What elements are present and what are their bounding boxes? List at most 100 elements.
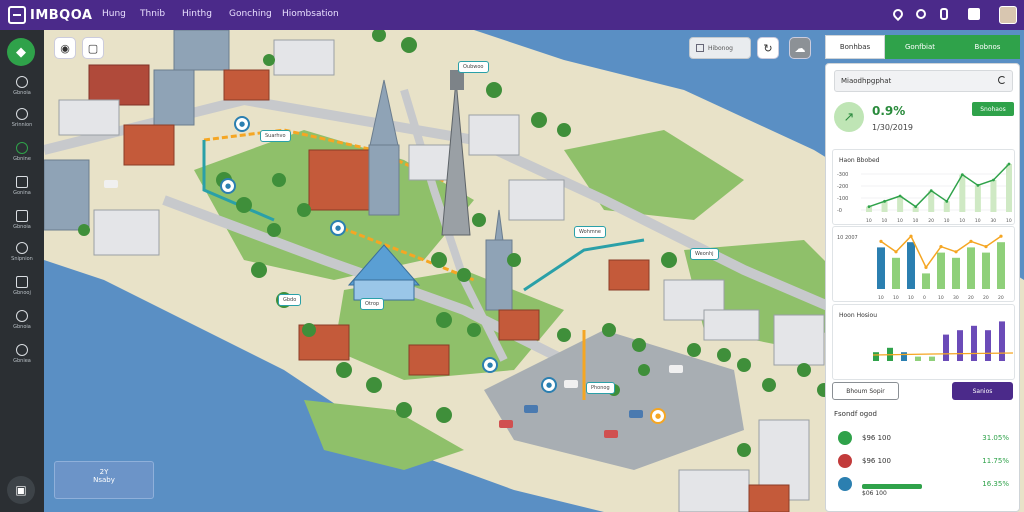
chart-3-svg: Hoon Hosiou [839,312,1014,361]
y-tick-label: -100 [837,196,848,202]
x-tick-label: 0 [923,295,926,301]
sidebar-item-label: Gonina [13,190,31,196]
messages-icon[interactable] [968,8,980,20]
pin-icon: ● [334,224,342,232]
square-icon [696,44,704,52]
topnav-item-1[interactable]: Hung [102,9,126,19]
data-point [960,173,964,177]
kpi-button[interactable]: Snohaos [972,102,1014,116]
data-point [939,245,943,249]
map-tag-5[interactable]: Gbdo [278,294,302,306]
tab-3[interactable]: Bobnos [955,35,1020,59]
y-tick-label: -300 [837,172,848,178]
panel-title: Miaodhpgphat [841,77,892,85]
sidebar-item-7[interactable]: Gbnooj [0,276,44,296]
map-pin-3[interactable]: ● [330,220,346,236]
data-point [999,234,1003,238]
list-item[interactable]: $96 100 31.05% [832,428,1015,450]
list-item[interactable]: $06 100 16.35% [832,474,1015,497]
map-tag-3[interactable]: Wohmne [574,226,606,238]
info-card-line1: 2Y [99,468,109,476]
map-pin-5[interactable]: ● [541,377,557,393]
data-point [879,239,883,243]
map-tag-2[interactable]: Suarhvo [260,130,291,142]
secondary-button[interactable]: Bhoum Sopir [832,382,899,400]
list-item-label: $06 100 [862,490,887,497]
status-dot-icon [838,431,852,445]
x-tick-label: 10 [1006,218,1012,224]
list-item-label: $96 100 [862,434,891,442]
refresh-icon: ↻ [763,41,773,55]
grid-icon [16,176,28,188]
bar [922,273,930,289]
sidebar-item-6[interactable]: Snipnion [0,242,44,262]
sidebar-item-8[interactable]: Gbnoia [0,310,44,330]
sidebar-item-5[interactable]: Gbnoia [0,210,44,230]
data-point [924,265,928,269]
data-point [867,205,871,209]
avatar[interactable] [999,6,1017,24]
area-bar [974,185,981,212]
sidebar-item-label: Gbnooj [13,290,31,296]
sidebar-item-3[interactable]: Gbnine [0,142,44,162]
bar [982,252,990,289]
progress-bar [862,484,922,489]
topnav-item-2[interactable]: Thnib [140,9,165,19]
tab-2[interactable]: Gonfbiat [885,35,955,59]
bar [957,330,963,361]
sidebar-item-9[interactable]: Gbniea [0,344,44,364]
topnav-item-3[interactable]: Hinthg [182,9,212,19]
info-card[interactable]: 2Y Nsaby [54,461,154,499]
refresh-map-button[interactable]: ↻ [757,37,779,59]
bar [967,247,975,289]
inventory-button[interactable]: ▣ [7,476,35,504]
y-tick-label: 10 2007 [837,235,858,241]
primary-button[interactable]: Sanios [952,382,1013,400]
compass-icon [16,108,28,120]
notification-icon[interactable] [916,9,926,19]
map-pin-2[interactable]: ● [220,178,236,194]
topnav-item-4[interactable]: Gonching [229,9,272,19]
chart-1: Haon Bbobed -300 -200 -100 -0 10 10 10 10 20 10 10 1… [832,149,1015,225]
sidebar-item-2[interactable]: Srinnion [0,108,44,128]
pin-icon: ● [545,381,553,389]
map-pin-4[interactable]: ● [482,357,498,373]
settings-icon[interactable] [940,8,948,20]
sidebar-item-1[interactable]: Gbnoia [0,76,44,96]
sidebar-item-label: Srinnion [11,122,33,128]
app-logo[interactable]: IMBQOA [8,6,100,24]
home-button[interactable]: ◆ [7,38,35,66]
refresh-icon[interactable] [998,76,1006,84]
y-tick-label: -200 [837,184,848,190]
list-item-value: 16.35% [982,480,1009,488]
map-tag-1[interactable]: Oubwoo [458,61,489,73]
x-tick-label: 10 [878,295,884,301]
map-pin-1[interactable]: ● [234,116,250,132]
weather-button[interactable]: ☁ [789,37,811,59]
x-tick-label: 10 [913,218,919,224]
app-name: IMBQOA [30,7,93,23]
tab-1[interactable]: Bonhbas [825,35,885,59]
layer-selector[interactable]: Hibonog [689,37,751,59]
bar [971,325,977,361]
locate-button[interactable]: ◉ [54,37,76,59]
map-tag-7[interactable]: Phonog [586,382,615,394]
topnav-item-5[interactable]: Hiombsation [282,9,339,19]
sidebar-item-4[interactable]: Gonina [0,176,44,196]
list-item[interactable]: $96 100 11.75% [832,451,1015,473]
bag-icon [16,210,28,222]
locate-icon: ◉ [60,41,70,55]
data-point [929,189,933,193]
leaf-icon [16,242,28,254]
map-tag-4[interactable]: Weonhj [690,248,719,260]
map-pin-6[interactable]: ● [650,408,666,424]
bucket-icon: ▣ [15,483,27,497]
bar [997,242,1005,289]
data-point [969,239,973,243]
location-icon[interactable] [890,6,906,22]
layers-button[interactable]: ▢ [82,37,104,59]
map-tag-6[interactable]: Otrop [360,298,385,310]
data-point [909,234,913,238]
chart-2: 10 2007 10 10 10 0 10 30 20 20 20 [832,226,1015,302]
chat-icon [16,344,28,356]
